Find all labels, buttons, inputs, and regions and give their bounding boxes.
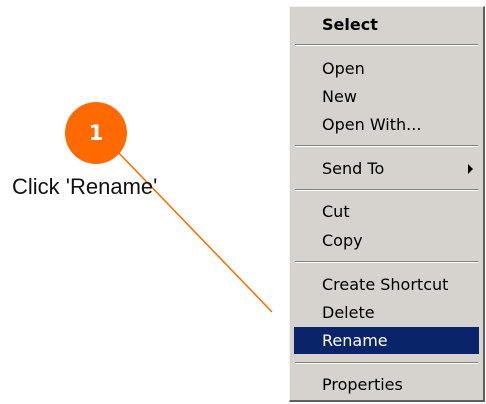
menu-item-label: Create Shortcut (322, 275, 449, 294)
menu-item-label: Open (322, 59, 365, 78)
menu-item-send-to[interactable]: Send To (294, 155, 479, 182)
menu-item-label: Cut (322, 202, 350, 221)
menu-item-label: Open With... (322, 115, 422, 134)
step-number: 1 (88, 121, 104, 145)
menu-item-label: Select (322, 15, 378, 34)
menu-separator (295, 44, 478, 46)
menu-item-label: Copy (322, 231, 363, 250)
submenu-arrow-icon (468, 164, 473, 174)
menu-item-new[interactable]: New (294, 83, 479, 110)
menu-item-label: Rename (322, 331, 388, 350)
menu-item-delete[interactable]: Delete (294, 299, 479, 326)
menu-separator (295, 362, 478, 364)
menu-item-create-shortcut[interactable]: Create Shortcut (294, 271, 479, 298)
context-menu: Select Open New Open With... Send To Cut… (289, 6, 485, 402)
menu-item-label: New (322, 87, 357, 106)
step-badge: 1 (65, 102, 127, 164)
menu-separator (295, 261, 478, 263)
menu-item-open-with[interactable]: Open With... (294, 111, 479, 138)
menu-item-open[interactable]: Open (294, 55, 479, 82)
menu-item-label: Properties (322, 375, 403, 394)
menu-item-label: Delete (322, 303, 375, 322)
menu-item-cut[interactable]: Cut (294, 198, 479, 225)
menu-item-rename[interactable]: Rename (294, 327, 479, 354)
menu-item-properties[interactable]: Properties (294, 371, 479, 398)
menu-item-select[interactable]: Select (294, 11, 479, 38)
instruction-text: Click 'Rename' (12, 174, 158, 199)
menu-item-copy[interactable]: Copy (294, 227, 479, 254)
menu-item-label: Send To (322, 159, 385, 178)
menu-separator (295, 189, 478, 191)
menu-separator (295, 145, 478, 147)
